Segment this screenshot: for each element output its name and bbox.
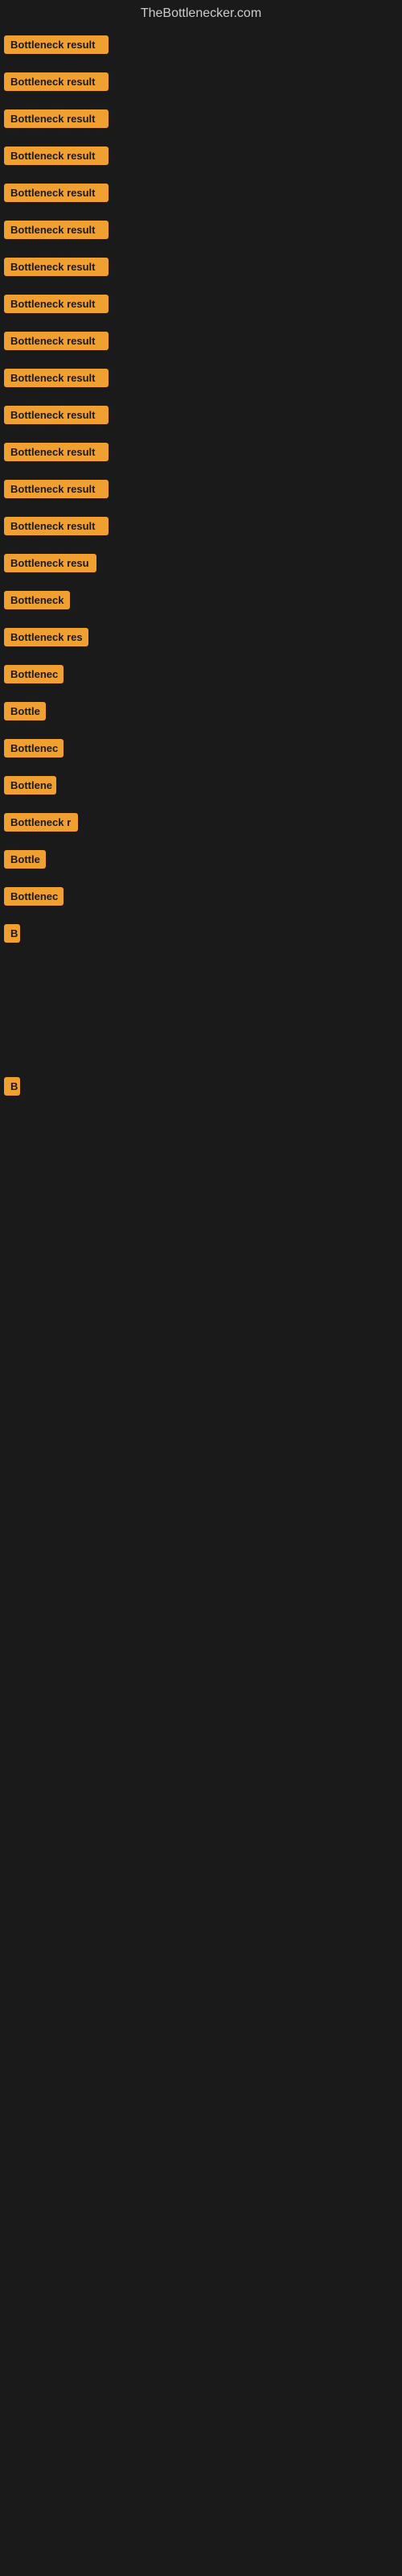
bottleneck-badge[interactable]: Bottleneck result — [4, 147, 109, 165]
bottleneck-badge[interactable]: Bottleneck result — [4, 35, 109, 54]
list-item — [4, 1000, 398, 1024]
bottleneck-badge[interactable]: Bottleneck result — [4, 406, 109, 424]
list-item: B — [4, 924, 398, 947]
site-title: TheBottlenecker.com — [0, 0, 402, 27]
list-item: Bottleneck result — [4, 147, 398, 169]
bottleneck-badge[interactable]: Bottle — [4, 850, 46, 869]
list-item: Bottleneck result — [4, 221, 398, 243]
list-item: Bottlenec — [4, 739, 398, 762]
bottleneck-badge[interactable]: Bottleneck result — [4, 517, 109, 535]
bottleneck-badge[interactable]: Bottleneck res — [4, 628, 88, 646]
list-item: Bottleneck result — [4, 184, 398, 206]
bottleneck-badge[interactable]: Bottlene — [4, 776, 56, 795]
list-item: Bottle — [4, 702, 398, 724]
list-item — [4, 1191, 398, 1216]
bottleneck-badge[interactable]: Bottlenec — [4, 665, 64, 683]
list-item: B — [4, 1077, 398, 1100]
bottleneck-badge[interactable]: B — [4, 1077, 20, 1096]
list-item: Bottleneck r — [4, 813, 398, 836]
list-item: Bottleneck result — [4, 295, 398, 317]
bottleneck-badge[interactable]: Bottleneck resu — [4, 554, 96, 572]
list-item: Bottleneck result — [4, 72, 398, 95]
list-item: Bottleneck — [4, 591, 398, 613]
list-item: Bottleneck result — [4, 332, 398, 354]
list-item — [4, 1153, 398, 1177]
bottleneck-badge[interactable]: Bottlenec — [4, 739, 64, 758]
list-item: Bottleneck result — [4, 258, 398, 280]
list-item: Bottlenec — [4, 887, 398, 910]
list-item: Bottleneck result — [4, 480, 398, 502]
list-item: Bottleneck resu — [4, 554, 398, 576]
list-item: Bottleneck result — [4, 109, 398, 132]
list-item: Bottle — [4, 850, 398, 873]
bottleneck-badge[interactable]: Bottleneck result — [4, 369, 109, 387]
items-container: Bottleneck result Bottleneck result Bottle… — [0, 27, 402, 1277]
list-item: Bottleneck result — [4, 35, 398, 58]
bottleneck-badge[interactable]: Bottleneck result — [4, 480, 109, 498]
bottleneck-badge[interactable]: Bottleneck result — [4, 332, 109, 350]
list-item — [4, 1038, 398, 1063]
bottleneck-badge[interactable]: Bottleneck result — [4, 258, 109, 276]
list-item — [4, 961, 398, 985]
list-item: Bottleneck res — [4, 628, 398, 650]
list-item: Bottleneck result — [4, 369, 398, 391]
bottleneck-badge[interactable]: Bottle — [4, 702, 46, 720]
bottleneck-badge[interactable]: Bottlenec — [4, 887, 64, 906]
list-item: Bottleneck result — [4, 517, 398, 539]
bottleneck-badge[interactable]: Bottleneck — [4, 591, 70, 609]
bottleneck-badge[interactable]: Bottleneck result — [4, 109, 109, 128]
bottleneck-badge[interactable]: Bottleneck result — [4, 72, 109, 91]
bottleneck-badge[interactable]: Bottleneck r — [4, 813, 78, 832]
site-title-text: TheBottlenecker.com — [141, 6, 261, 20]
bottleneck-badge[interactable]: Bottleneck result — [4, 184, 109, 202]
bottleneck-badge[interactable]: Bottleneck result — [4, 221, 109, 239]
list-item: Bottlene — [4, 776, 398, 799]
list-item — [4, 1114, 398, 1138]
list-item: Bottleneck result — [4, 406, 398, 428]
bottleneck-badge[interactable]: B — [4, 924, 20, 943]
list-item: Bottleneck result — [4, 443, 398, 465]
bottleneck-badge[interactable]: Bottleneck result — [4, 443, 109, 461]
list-item: Bottlenec — [4, 665, 398, 687]
list-item — [4, 1230, 398, 1254]
bottleneck-badge[interactable]: Bottleneck result — [4, 295, 109, 313]
